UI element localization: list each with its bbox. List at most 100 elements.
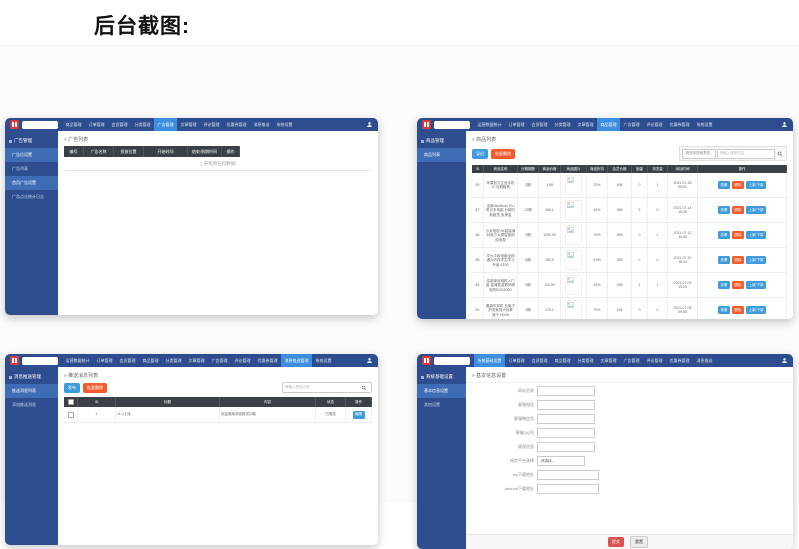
nav-item[interactable]: 评论管理 xyxy=(231,354,254,367)
nav-item[interactable]: 会员管理 xyxy=(116,354,139,367)
nav-item[interactable]: 优惠券管理 xyxy=(254,354,281,367)
nav-item[interactable]: 商品管理 xyxy=(62,118,85,131)
nav-item[interactable]: 系统基础设置 xyxy=(474,354,505,367)
nav-item[interactable]: 系统设置 xyxy=(693,118,716,131)
table-header-row: ID标题内容状态操作 xyxy=(64,397,372,407)
form-row: 客服微信号 xyxy=(472,414,787,424)
text-field[interactable] xyxy=(537,400,595,410)
row-toggle-button[interactable]: 上架/下架 xyxy=(746,231,766,239)
row-delete-button[interactable]: 删除 xyxy=(732,206,744,214)
row-delete-button[interactable]: 删除 xyxy=(732,256,744,264)
user-icon[interactable] xyxy=(781,354,788,367)
nav-item[interactable]: 运营数据统计 xyxy=(62,354,93,367)
nav-item[interactable]: 文章管理 xyxy=(177,118,200,131)
table-cell: 12期 xyxy=(518,198,539,222)
nav-item[interactable]: 订单管理 xyxy=(505,118,528,131)
nav-item[interactable]: 分类管理 xyxy=(162,354,185,367)
text-field[interactable] xyxy=(537,484,599,494)
content-area: » 商品列表导出批量删除-请选择搜索类型--请输入搜索内容ID商品名称分期期数商… xyxy=(466,131,793,319)
submit-button[interactable]: 提交 xyxy=(608,537,624,547)
sidebar-item[interactable]: 广告位设置 xyxy=(5,148,58,162)
reset-button[interactable]: 重置 xyxy=(630,536,648,548)
nav-item[interactable]: 广告管理 xyxy=(620,118,643,131)
search-input[interactable]: 请输入搜索内容 xyxy=(285,385,359,390)
nav-item[interactable]: 运营数据统计 xyxy=(474,118,505,131)
nav-item[interactable]: 会员管理 xyxy=(108,118,131,131)
nav-item[interactable]: 订单管理 xyxy=(505,354,528,367)
user-icon[interactable] xyxy=(366,118,373,131)
sidebar-item[interactable]: 推送消息列表 xyxy=(5,384,58,398)
row-toggle-button[interactable]: 上架/下架 xyxy=(746,206,766,214)
nav-item[interactable]: 优惠券管理 xyxy=(666,118,693,131)
row-view-button[interactable]: 查看 xyxy=(718,306,730,314)
row-view-button[interactable]: 查看 xyxy=(718,256,730,264)
nav-item[interactable]: 消息推送管理 xyxy=(281,354,312,367)
delete-button[interactable]: 批量删除 xyxy=(83,383,107,393)
nav-item[interactable]: 分类管理 xyxy=(131,118,154,131)
sidebar-item[interactable]: 商品列表 xyxy=(417,148,466,162)
empty-table-message: :( 未找到任何数据! xyxy=(64,157,372,171)
nav-item[interactable]: 消息推送 xyxy=(250,118,273,131)
sidebar-item[interactable]: 广告点击统计日志 xyxy=(5,190,58,204)
nav-item[interactable]: 文章管理 xyxy=(597,354,620,367)
text-field[interactable] xyxy=(537,442,595,452)
nav-item[interactable]: 文章管理 xyxy=(574,118,597,131)
row-delete-button[interactable]: 删除 xyxy=(732,281,744,289)
row-delete-button[interactable]: 删除 xyxy=(732,231,744,239)
logo-text-redacted xyxy=(22,357,58,365)
row-view-button[interactable]: 查看 xyxy=(718,206,730,214)
row-toggle-button[interactable]: 上架/下架 xyxy=(746,306,766,314)
search-type-select[interactable]: -请选择搜索类型-- xyxy=(682,149,716,159)
row-toggle-button[interactable]: 上架/下架 xyxy=(746,181,766,189)
nav-item[interactable]: 评论管理 xyxy=(200,118,223,131)
search-icon[interactable] xyxy=(777,151,783,157)
nav-item[interactable]: 系统设置 xyxy=(312,354,335,367)
delete-button[interactable]: 批量删除 xyxy=(491,149,515,159)
select-all-checkbox[interactable] xyxy=(68,399,74,405)
text-field[interactable] xyxy=(537,470,599,480)
nav-item[interactable]: 优惠券管理 xyxy=(666,354,693,367)
nav-item[interactable]: 优惠券管理 xyxy=(223,118,250,131)
nav-item[interactable]: 商品管理 xyxy=(551,354,574,367)
nav-item[interactable]: 分类管理 xyxy=(551,118,574,131)
nav-item[interactable]: 商品管理 xyxy=(139,354,162,367)
primary-button[interactable]: 发布 xyxy=(64,383,80,393)
user-icon[interactable] xyxy=(366,354,373,367)
nav-item[interactable]: 会员管理 xyxy=(528,354,551,367)
sidebar-item[interactable]: 添加推送消息 xyxy=(5,398,58,412)
nav-item[interactable]: 分类管理 xyxy=(574,354,597,367)
text-field[interactable] xyxy=(537,414,595,424)
sidebar-item[interactable]: 首页广告设置 xyxy=(5,176,58,190)
nav-item[interactable]: 广告管理 xyxy=(154,118,177,131)
row-delete-button[interactable]: 删除 xyxy=(732,181,744,189)
row-view-button[interactable]: 查看 xyxy=(718,181,730,189)
nav-item[interactable]: 会员管理 xyxy=(528,118,551,131)
user-icon[interactable] xyxy=(781,118,788,131)
nav-item[interactable]: 订单管理 xyxy=(85,118,108,131)
primary-button[interactable]: 导出 xyxy=(472,149,488,159)
nav-item[interactable]: 文章管理 xyxy=(185,354,208,367)
text-field[interactable] xyxy=(537,428,595,438)
row-toggle-button[interactable]: 上架/下架 xyxy=(746,281,766,289)
nav-item[interactable]: 商品管理 xyxy=(597,118,620,131)
row-edit-button[interactable]: 编辑 xyxy=(353,411,365,419)
sms-platform-select[interactable]: -请选择-- xyxy=(537,456,585,466)
sidebar-item[interactable]: 广告列表 xyxy=(5,162,58,176)
sidebar-item[interactable]: 其他设置 xyxy=(417,398,466,412)
nav-item[interactable]: 订单管理 xyxy=(93,354,116,367)
row-delete-button[interactable]: 删除 xyxy=(732,306,744,314)
nav-item[interactable]: 消息推送 xyxy=(693,354,716,367)
nav-item[interactable]: 广告管理 xyxy=(208,354,231,367)
nav-item[interactable]: 广告管理 xyxy=(620,354,643,367)
nav-item[interactable]: 系统设置 xyxy=(273,118,296,131)
search-icon[interactable] xyxy=(361,385,367,391)
nav-item[interactable]: 评论管理 xyxy=(643,354,666,367)
nav-item[interactable]: 评论管理 xyxy=(643,118,666,131)
row-toggle-button[interactable]: 上架/下架 xyxy=(746,256,766,264)
row-view-button[interactable]: 查看 xyxy=(718,281,730,289)
search-input[interactable]: 请输入搜索内容 xyxy=(717,149,775,159)
row-checkbox[interactable] xyxy=(68,412,74,418)
text-field[interactable] xyxy=(537,386,595,396)
row-view-button[interactable]: 查看 xyxy=(718,231,730,239)
sidebar-item[interactable]: 基本信息设置 xyxy=(417,384,466,398)
